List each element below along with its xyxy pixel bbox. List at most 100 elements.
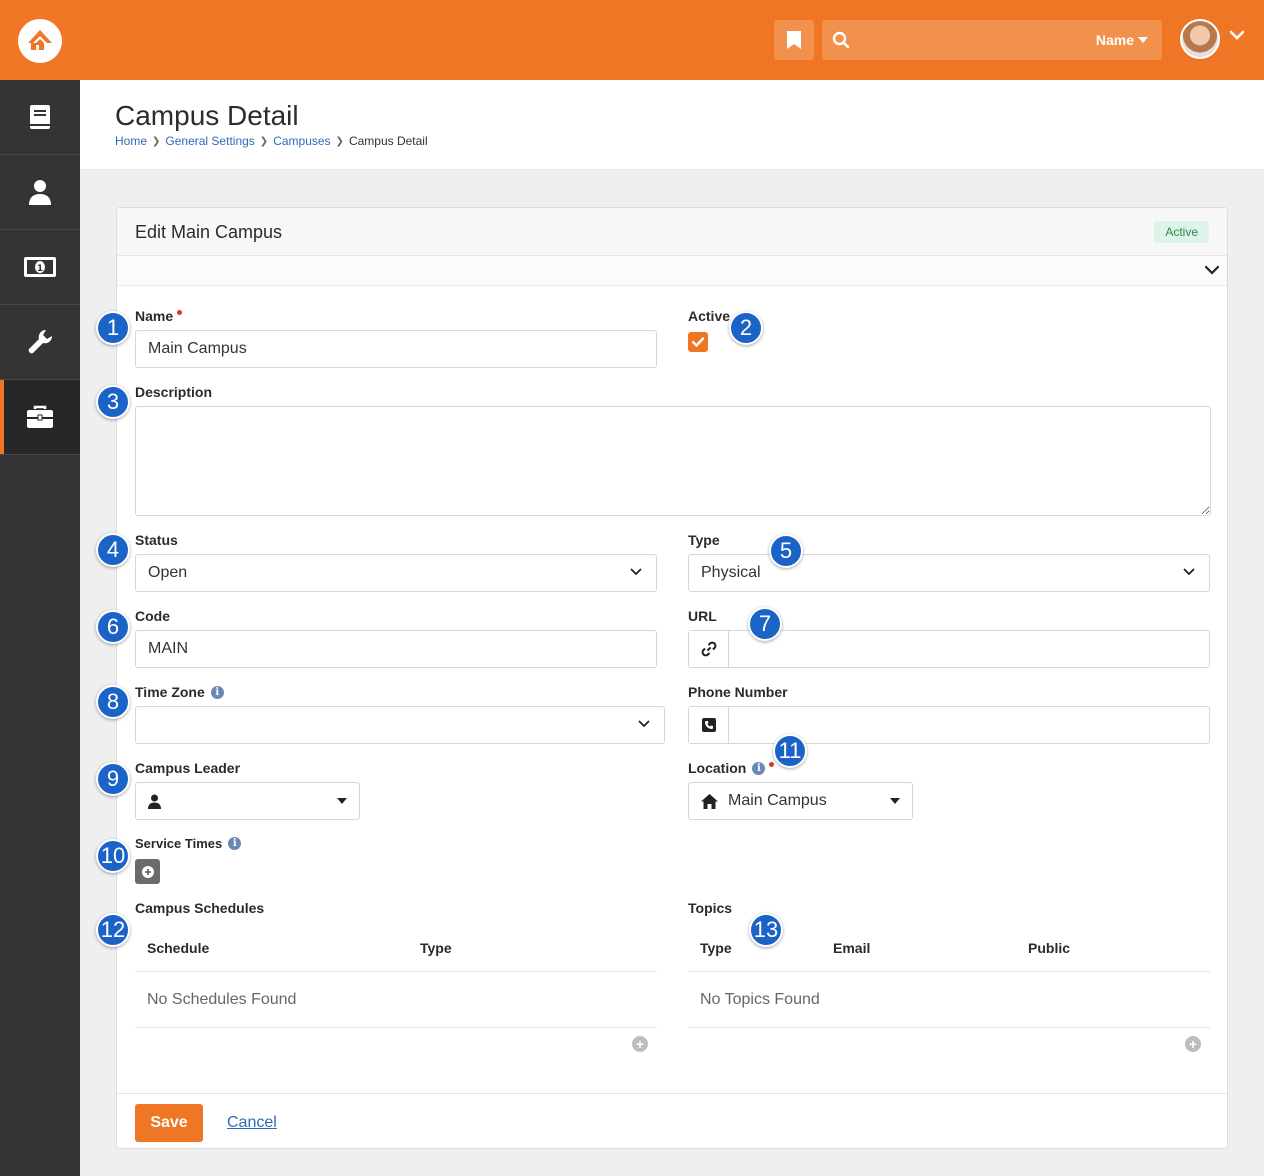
callout-badge: 8 [96,685,130,719]
type-value: Physical [701,564,761,581]
name-input[interactable] [135,330,657,368]
column-header-type[interactable]: Type [700,940,732,956]
grid-footer: + [688,1028,1210,1058]
callout-badge: 6 [96,610,130,644]
chevron-down-icon[interactable] [1229,30,1245,40]
panel-heading: Edit Main Campus Active [117,208,1227,256]
money-bill-icon: 1 [24,257,56,277]
campus-leader-picker[interactable] [135,782,360,820]
chevron-down-icon [638,720,650,728]
sidebar: 1 [0,80,80,1176]
panel-actions: Save Cancel [117,1093,1227,1149]
breadcrumb-home[interactable]: Home [115,134,147,148]
bookmark-icon [787,31,801,49]
campus-schedules-label: Campus Schedules [135,900,265,916]
time-zone-select[interactable] [135,706,665,744]
description-textarea[interactable] [135,406,1211,516]
code-label: Code [135,608,170,624]
callout-badge: 13 [749,913,783,947]
add-topic-button[interactable]: + [1185,1036,1201,1052]
info-icon[interactable]: i [752,761,766,775]
column-header-schedule[interactable]: Schedule [147,940,209,956]
name-label: Name [135,308,183,324]
time-zone-label: Time Zone i [135,684,224,700]
callout-badge: 3 [96,385,130,419]
location-picker[interactable]: Main Campus [688,782,913,820]
wrench-icon [28,329,53,354]
info-icon[interactable]: i [210,685,224,699]
url-addon [689,631,729,667]
url-input[interactable] [729,631,1209,667]
type-select[interactable]: Physical [688,554,1210,592]
phone-number-label: Phone Number [688,684,788,700]
caret-down-icon [1138,37,1148,43]
grid-footer: + [135,1028,657,1058]
rock-logo-icon[interactable] [18,19,62,63]
breadcrumb: Home ❯ General Settings ❯ Campuses ❯ Cam… [115,134,428,148]
status-label: Status [135,532,178,548]
cancel-button[interactable]: Cancel [227,1114,277,1132]
sidebar-item-settings[interactable] [0,380,80,455]
location-label: Location i [688,760,775,776]
add-service-time-button[interactable] [135,859,160,884]
status-select[interactable]: Open [135,554,657,592]
chevron-down-icon[interactable] [1205,265,1219,275]
search-icon [832,31,850,49]
column-header-public[interactable]: Public [1028,940,1070,956]
callout-badge: 11 [773,734,807,768]
user-avatar[interactable] [1180,19,1220,59]
campus-schedules-grid: Schedule Type No Schedules Found + [135,924,657,1058]
callout-badge: 4 [96,533,130,567]
check-icon [692,337,704,347]
home-icon [701,793,718,809]
column-header-type[interactable]: Type [420,940,452,956]
sidebar-item-finance[interactable]: 1 [0,230,80,305]
empty-row: No Topics Found [688,972,1210,1028]
sidebar-item-admin-tools[interactable] [0,305,80,380]
column-header-email[interactable]: Email [833,940,870,956]
service-times-label: Service Times i [135,836,242,851]
required-indicator [177,309,183,315]
sidebar-item-people[interactable] [0,155,80,230]
search-box: Name [822,20,1162,60]
code-input[interactable] [135,630,657,668]
page-title: Campus Detail [115,100,299,131]
url-label: URL [688,608,717,624]
breadcrumb-current: Campus Detail [348,134,428,148]
active-checkbox[interactable] [688,332,708,352]
phone-addon [689,707,729,743]
person-icon [29,180,51,205]
chevron-right-icon: ❯ [335,135,344,147]
breadcrumb-campuses[interactable]: Campuses [273,134,330,148]
phone-input-group [688,706,1210,744]
caret-down-icon [337,798,347,804]
phone-icon [701,718,716,732]
briefcase-icon [27,405,53,428]
callout-badge: 1 [96,311,130,345]
svg-text:1: 1 [37,264,43,274]
search-type-label: Name [1095,32,1134,48]
info-icon[interactable]: i [228,837,242,850]
breadcrumb-general-settings[interactable]: General Settings [165,134,254,148]
status-value: Open [148,564,188,581]
bookmark-button[interactable] [774,20,814,60]
active-label: Active [688,308,731,324]
grid-header: Schedule Type [135,924,657,972]
sidebar-item-book[interactable] [0,80,80,155]
search-type-dropdown[interactable]: Name [1096,32,1148,48]
search-input[interactable] [858,26,1078,54]
callout-badge: 12 [96,913,130,947]
top-bar: Name [0,0,1264,80]
save-button[interactable]: Save [135,1104,203,1142]
plus-circle-icon [141,865,154,878]
edit-campus-panel: Edit Main Campus Active Name Active Desc… [116,207,1228,1149]
callout-badge: 2 [729,311,763,345]
empty-row: No Schedules Found [135,972,657,1028]
chevron-right-icon: ❯ [152,135,161,147]
description-label: Description [135,384,213,400]
callout-badge: 10 [96,839,130,873]
panel-drawer[interactable] [117,256,1227,286]
callout-badge: 7 [748,607,782,641]
type-label: Type [688,532,720,548]
add-schedule-button[interactable]: + [632,1036,648,1052]
